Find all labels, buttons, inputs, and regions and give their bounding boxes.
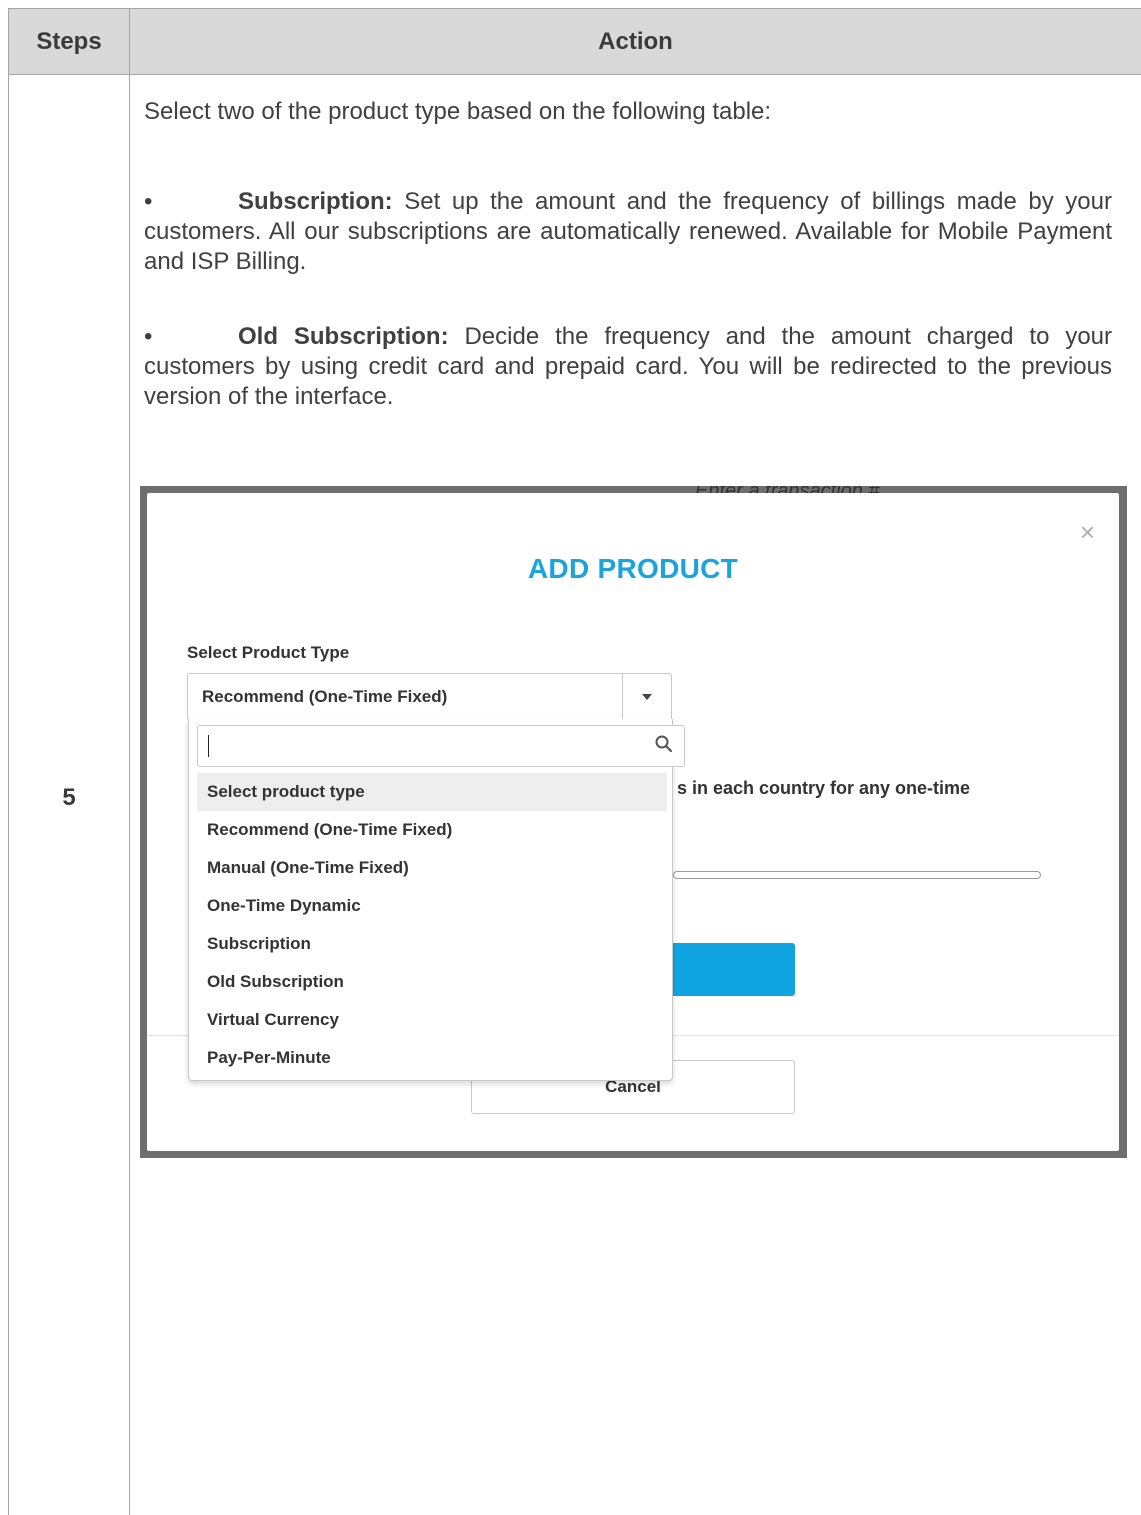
bullet-old-subscription: • Old Subscription: Decide the frequency … (144, 322, 1112, 412)
intro-text: Select two of the product type based on … (144, 98, 772, 125)
column-divider (129, 9, 130, 1515)
step-number: 5 (62, 784, 76, 811)
selected-value: Recommend (One-Time Fixed) (202, 687, 448, 706)
product-description-text: s in each country for any one-time (677, 778, 971, 798)
bullet-marker: • (144, 188, 153, 215)
text-cursor (208, 735, 209, 757)
header-action: Action (598, 27, 673, 55)
option-subscription[interactable]: Subscription (197, 925, 667, 963)
option-manual[interactable]: Manual (One-Time Fixed) (197, 849, 667, 887)
bullet-subscription: • Subscription: Set up the amount and the… (144, 187, 1112, 277)
option-recommend[interactable]: Recommend (One-Time Fixed) (197, 811, 667, 849)
option-pay-per-minute[interactable]: Pay-Per-Minute (197, 1039, 667, 1077)
product-type-label: Select Product Type (187, 643, 350, 662)
option-list: Select product type Recommend (One-Time … (197, 773, 667, 1077)
add-product-screenshot: Enter a transaction # × ADD PRODUCT Sele… (140, 486, 1127, 1158)
dropdown-toggle[interactable] (622, 674, 671, 720)
chevron-down-icon (642, 694, 652, 700)
option-select-product-type[interactable]: Select product type (197, 773, 667, 811)
modal-title: ADD PRODUCT (527, 553, 739, 584)
price-slider[interactable] (673, 871, 1041, 879)
bullet-term: Subscription: (238, 188, 393, 215)
bullet-term: Old Subscription: (238, 323, 449, 350)
close-icon[interactable]: × (1080, 519, 1095, 545)
product-type-select[interactable]: Recommend (One-Time Fixed) (187, 673, 672, 721)
add-product-modal: × ADD PRODUCT Select Product Type Recomm… (147, 493, 1119, 1151)
table-header-row: Steps Action (9, 9, 1141, 75)
option-old-subscription[interactable]: Old Subscription (197, 963, 667, 1001)
bullet-marker: • (144, 323, 153, 350)
option-one-time-dynamic[interactable]: One-Time Dynamic (197, 887, 667, 925)
product-type-dropdown: Select product type Recommend (One-Time … (188, 719, 685, 1081)
dropdown-search-input[interactable] (197, 725, 685, 767)
option-virtual-currency[interactable]: Virtual Currency (197, 1001, 667, 1039)
header-steps: Steps (36, 27, 102, 55)
search-icon (655, 735, 673, 753)
